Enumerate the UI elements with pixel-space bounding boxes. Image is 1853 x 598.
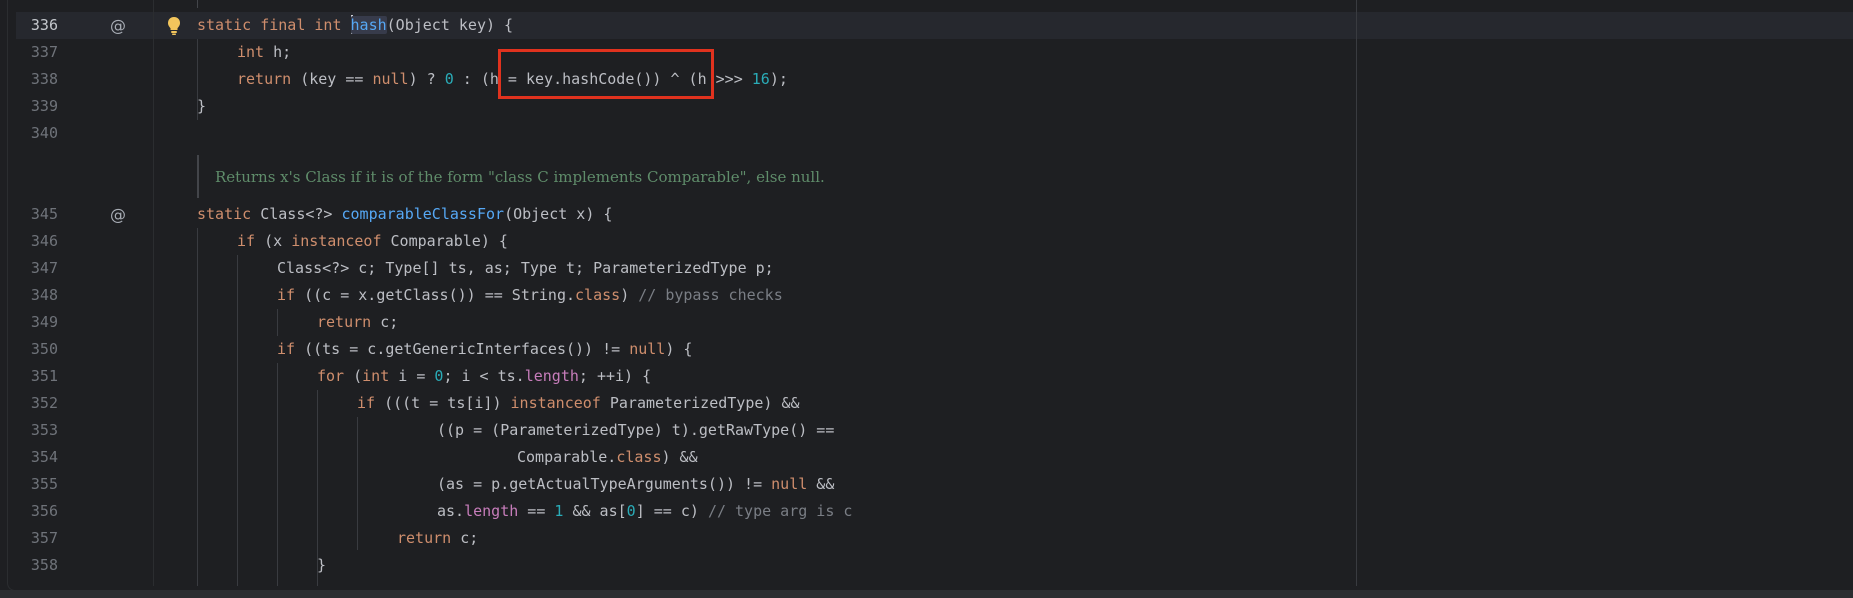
line-number: 352 [30,394,58,412]
code-line[interactable]: 339 } [8,93,1853,120]
code-line[interactable]: 356 as.length == 1 && as[0] == c) // typ… [8,498,1853,525]
code-text[interactable]: as.length == 1 && as[0] == c) // type ar… [437,498,852,525]
method-name-hash: hash [350,16,387,34]
code-line[interactable]: 352 if (((t = ts[i]) instanceof Paramete… [8,390,1853,417]
line-number: 340 [30,124,58,142]
code-text[interactable]: } [317,552,326,579]
code-line[interactable]: 358 } [8,552,1853,579]
indent-guide-top [197,0,198,8]
code-line[interactable]: 348 if ((c = x.getClass()) == String.cla… [8,282,1853,309]
code-text[interactable]: int h; [237,39,291,66]
highlight-annotation-box [498,49,714,99]
line-number: 336 [30,16,58,34]
at-sign-icon[interactable]: @ [108,16,128,36]
line-number: 346 [30,232,58,250]
line-number: 339 [30,97,58,115]
code-text[interactable]: Class<?> c; Type[] ts, as; Type t; Param… [277,255,774,282]
doc-comment-bar [197,155,199,198]
line-number: 347 [30,259,58,277]
code-line[interactable]: 346 if (x instanceof Comparable) { [8,228,1853,255]
code-text[interactable]: return c; [317,309,398,336]
ide-window: 336 @ static final int hash(Object key) … [0,0,1853,598]
code-line[interactable]: 353 ((p = (ParameterizedType) t).getRawT… [8,417,1853,444]
line-number: 348 [30,286,58,304]
line-number: 349 [30,313,58,331]
code-line[interactable]: 338 return (key == null) ? 0 : (h = key.… [8,66,1853,93]
code-text[interactable]: (as = p.getActualTypeArguments()) != nul… [437,471,834,498]
code-text[interactable]: } [197,93,206,120]
line-number: 350 [30,340,58,358]
code-line[interactable]: 336 @ static final int hash(Object key) … [8,12,1853,39]
code-line[interactable]: 351 for (int i = 0; i < ts.length; ++i) … [8,363,1853,390]
code-line[interactable]: 337 int h; [8,39,1853,66]
line-number: 357 [30,529,58,547]
code-text[interactable]: return c; [397,525,478,552]
line-number: 345 [30,205,58,223]
code-text[interactable]: ((p = (ParameterizedType) t).getRawType(… [437,417,834,444]
code-editor[interactable]: 336 @ static final int hash(Object key) … [7,0,1853,591]
line-number: 353 [30,421,58,439]
code-text[interactable]: if ((ts = c.getGenericInterfaces()) != n… [277,336,692,363]
code-text[interactable]: Comparable.class) && [517,444,698,471]
line-number: 338 [30,70,58,88]
line-number: 354 [30,448,58,466]
line-number: 355 [30,475,58,493]
line-number: 356 [30,502,58,520]
code-line[interactable]: 340 [8,120,1853,147]
code-line[interactable]: 355 (as = p.getActualTypeArguments()) !=… [8,471,1853,498]
rendered-doc-comment[interactable]: Returns x's Class if it is of the form "… [215,165,825,189]
code-text[interactable]: if ((c = x.getClass()) == String.class) … [277,282,783,309]
code-line[interactable]: 349 return c; [8,309,1853,336]
line-number: 358 [30,556,58,574]
code-line[interactable]: 345 @ static Class<?> comparableClassFor… [8,201,1853,228]
code-line[interactable]: 357 return c; [8,525,1853,552]
at-sign-icon[interactable]: @ [108,205,128,225]
code-line[interactable]: 350 if ((ts = c.getGenericInterfaces()) … [8,336,1853,363]
code-line[interactable]: 354 Comparable.class) && [8,444,1853,471]
code-text[interactable]: static final int hash(Object key) { [197,12,513,39]
code-text[interactable]: if (x instanceof Comparable) { [237,228,508,255]
code-text[interactable]: for (int i = 0; i < ts.length; ++i) { [317,363,651,390]
bottom-scroll-strip[interactable] [0,590,1853,598]
code-text[interactable]: if (((t = ts[i]) instanceof Parameterize… [357,390,800,417]
code-text[interactable]: static Class<?> comparableClassFor(Objec… [197,201,612,228]
line-number: 337 [30,43,58,61]
line-number: 351 [30,367,58,385]
code-line[interactable]: 347 Class<?> c; Type[] ts, as; Type t; P… [8,255,1853,282]
